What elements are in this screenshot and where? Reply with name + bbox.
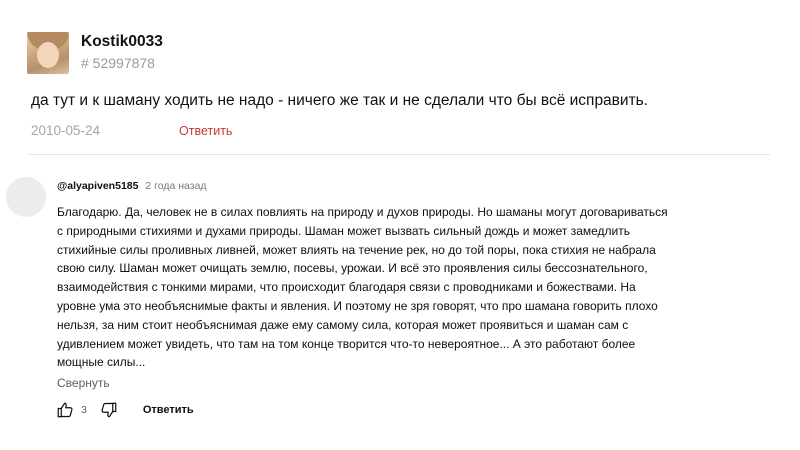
- comment-line: взаимодействия с тонкими мирами, что про…: [57, 280, 636, 295]
- comment-date: 2010-05-24: [31, 123, 101, 138]
- comment-body: Благодарю. Да, человек не в силах повлия…: [57, 203, 757, 372]
- comment-line: нельзя, за ним стоит необъяснимая даже е…: [57, 317, 629, 332]
- user-avatar[interactable]: [27, 32, 69, 74]
- comment-text: да тут и к шаману ходить не надо - ничег…: [31, 92, 649, 109]
- comment-line: уровне ума это необъяснимые факты и явле…: [57, 298, 658, 313]
- avatar-face: [37, 42, 59, 68]
- comment-line: удивлением может увидеть, что там на том…: [57, 336, 636, 351]
- comment-line: стихийные силы проливных ливней, может в…: [57, 242, 656, 257]
- comment-line: Благодарю. Да, человек не в силах повлия…: [57, 205, 668, 219]
- thumbs-up-icon[interactable]: [55, 400, 75, 420]
- comment-timestamp[interactable]: 2 года назад: [145, 180, 206, 192]
- commenter-avatar[interactable]: [6, 177, 46, 217]
- collapse-button[interactable]: Свернуть: [57, 376, 110, 390]
- comment-actions: 3 Ответить: [55, 399, 194, 421]
- comment-line: с природными стихиями и духами природы. …: [57, 223, 631, 238]
- reply-button[interactable]: Ответить: [143, 404, 194, 416]
- comment-author[interactable]: @alyapiven5185: [57, 180, 138, 192]
- thumbs-down-icon[interactable]: [99, 400, 119, 420]
- like-count: 3: [81, 404, 87, 416]
- reply-link[interactable]: Ответить: [179, 124, 232, 138]
- comment-line: мощные силы...: [57, 355, 146, 370]
- comment-header: @alyapiven5185 2 года назад: [57, 180, 207, 192]
- divider: [28, 154, 770, 155]
- comment-line: свою силу. Шаман может очищать землю, по…: [57, 261, 648, 276]
- comment-user-id: # 52997878: [81, 55, 155, 71]
- comment-username[interactable]: Kostik0033: [81, 33, 163, 51]
